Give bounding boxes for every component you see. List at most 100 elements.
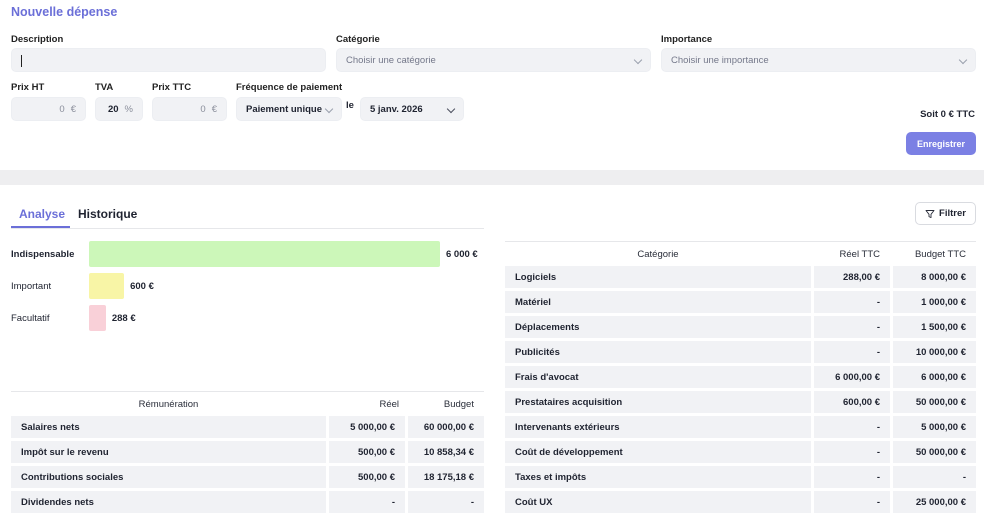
table-cell: 5 000,00 € bbox=[329, 416, 405, 438]
table-cell: 50 000,00 € bbox=[893, 391, 976, 413]
table-cell: 288,00 € bbox=[814, 266, 890, 288]
prix-ttc-label: Prix TTC bbox=[152, 82, 192, 93]
tab-analyse[interactable]: Analyse bbox=[19, 207, 65, 221]
percent-unit: % bbox=[124, 103, 133, 115]
table-cell: 500,00 € bbox=[329, 441, 405, 463]
table-header: Rémunération Réel Budget bbox=[11, 391, 484, 415]
column-header: Rémunération bbox=[138, 398, 199, 410]
category-row: Coût de développement -50 000,00 € bbox=[505, 441, 976, 463]
date-value: 5 janv. 2026 bbox=[370, 103, 423, 115]
table-cell: Frais d'avocat bbox=[505, 366, 811, 388]
table-cell: - bbox=[814, 466, 890, 488]
bar-label: Important bbox=[11, 280, 52, 292]
table-cell: 5 000,00 € bbox=[893, 416, 976, 438]
bar bbox=[89, 241, 440, 267]
category-select[interactable]: Choisir une catégorie bbox=[336, 48, 651, 72]
bar-row: Important 600 € bbox=[11, 273, 491, 299]
importance-select[interactable]: Choisir une importance bbox=[661, 48, 976, 72]
prix-ttc-value: 0 bbox=[200, 103, 206, 115]
prix-ht-label: Prix HT bbox=[11, 82, 45, 93]
table-cell: 8 000,00 € bbox=[893, 266, 976, 288]
table-cell: Salaires nets bbox=[11, 416, 326, 438]
table-cell: - bbox=[814, 341, 890, 363]
category-table: Catégorie Réel TTC Budget TTC Logiciels 288,… bbox=[505, 241, 976, 516]
table-cell: 10 858,34 € bbox=[408, 441, 484, 463]
expense-form: Nouvelle dépense Description Catégorie C… bbox=[0, 0, 984, 170]
tva-value: 20 bbox=[107, 103, 119, 115]
category-row: Matériel -1 000,00 € bbox=[505, 291, 976, 313]
date-picker[interactable]: 5 janv. 2026 bbox=[360, 97, 464, 121]
chevron-down-icon bbox=[324, 104, 334, 114]
table-cell: - bbox=[329, 491, 405, 513]
total-ttc-text: Soit 0 € TTC bbox=[920, 109, 975, 120]
table-cell: Logiciels bbox=[505, 266, 811, 288]
table-cell: Coût de développement bbox=[505, 441, 811, 463]
euro-unit: € bbox=[211, 103, 217, 115]
table-cell: Publicités bbox=[505, 341, 811, 363]
bar-label: Facultatif bbox=[11, 312, 50, 324]
description-input[interactable] bbox=[11, 48, 326, 72]
column-header: Budget bbox=[443, 398, 474, 410]
table-cell: Déplacements bbox=[505, 316, 811, 338]
bar bbox=[89, 305, 106, 331]
filter-label: Filtrer bbox=[939, 208, 966, 219]
date-prefix: le bbox=[346, 100, 354, 111]
category-row: Prestataires acquisition 600,00 €50 000,0… bbox=[505, 391, 976, 413]
column-header: Budget TTC bbox=[914, 248, 966, 260]
table-cell: - bbox=[408, 491, 484, 513]
category-row: Publicités -10 000,00 € bbox=[505, 341, 976, 363]
bar bbox=[89, 273, 125, 299]
bar-value-label: 600 € bbox=[130, 280, 154, 292]
table-cell: 25 000,00 € bbox=[893, 491, 976, 513]
column-header: Catégorie bbox=[637, 248, 679, 260]
table-cell: - bbox=[814, 291, 890, 313]
save-button[interactable]: Enregistrer bbox=[906, 132, 976, 155]
bar-label: Indispensable bbox=[11, 248, 75, 260]
category-row: Taxes et impôts - - bbox=[505, 466, 976, 488]
table-cell: 1 000,00 € bbox=[893, 291, 976, 313]
frequency-label: Fréquence de paiement bbox=[236, 82, 343, 93]
category-row: Coût UX -25 000,00 € bbox=[505, 491, 976, 513]
column-header: Réel TTC bbox=[839, 248, 880, 260]
table-cell: - bbox=[814, 441, 890, 463]
table-cell: - bbox=[893, 466, 976, 488]
prix-ht-value: 0 bbox=[59, 103, 65, 115]
section-divider bbox=[0, 170, 984, 185]
filter-button[interactable]: Filtrer bbox=[915, 202, 976, 225]
tabs-divider bbox=[11, 228, 484, 229]
column-header: Réel bbox=[379, 398, 399, 410]
remuneration-row: Dividendes nets - - bbox=[11, 491, 484, 513]
importance-placeholder: Choisir une importance bbox=[671, 54, 769, 66]
chevron-down-icon bbox=[633, 55, 643, 65]
tva-label: TVA bbox=[95, 82, 114, 93]
table-cell: Impôt sur le revenu bbox=[11, 441, 326, 463]
importance-label: Importance bbox=[661, 34, 713, 45]
category-row: Logiciels 288,00 €8 000,00 € bbox=[505, 266, 976, 288]
category-row: Intervenants extérieurs -5 000,00 € bbox=[505, 416, 976, 438]
prix-ttc-input[interactable]: 0 € bbox=[152, 97, 227, 121]
tva-input[interactable]: 20 % bbox=[95, 97, 143, 121]
table-cell: 50 000,00 € bbox=[893, 441, 976, 463]
description-label: Description bbox=[11, 34, 64, 45]
remuneration-row: Impôt sur le revenu 500,00 €10 858,34 € bbox=[11, 441, 484, 463]
table-cell: - bbox=[814, 316, 890, 338]
table-cell: - bbox=[814, 491, 890, 513]
frequency-select[interactable]: Paiement unique bbox=[236, 97, 342, 121]
table-cell: 500,00 € bbox=[329, 466, 405, 488]
table-cell: Coût UX bbox=[505, 491, 811, 513]
chevron-down-icon bbox=[958, 55, 968, 65]
category-placeholder: Choisir une catégorie bbox=[346, 54, 436, 66]
bar-value-label: 288 € bbox=[111, 312, 136, 324]
table-cell: - bbox=[814, 416, 890, 438]
table-cell: 18 175,18 € bbox=[408, 466, 484, 488]
tab-historique[interactable]: Historique bbox=[78, 207, 137, 221]
table-cell: 10 000,00 € bbox=[893, 341, 976, 363]
table-header: Catégorie Réel TTC Budget TTC bbox=[505, 241, 976, 265]
bar-row: Indispensable 6 000 € bbox=[11, 241, 491, 267]
bar-row: Facultatif 288 € bbox=[11, 305, 491, 331]
bar-value-label: 6 000 € bbox=[446, 248, 478, 260]
filter-icon bbox=[925, 209, 935, 218]
prix-ht-input[interactable]: 0 € bbox=[11, 97, 86, 121]
remuneration-row: Salaires nets 5 000,00 €60 000,00 € bbox=[11, 416, 484, 438]
chevron-down-icon bbox=[446, 104, 456, 114]
